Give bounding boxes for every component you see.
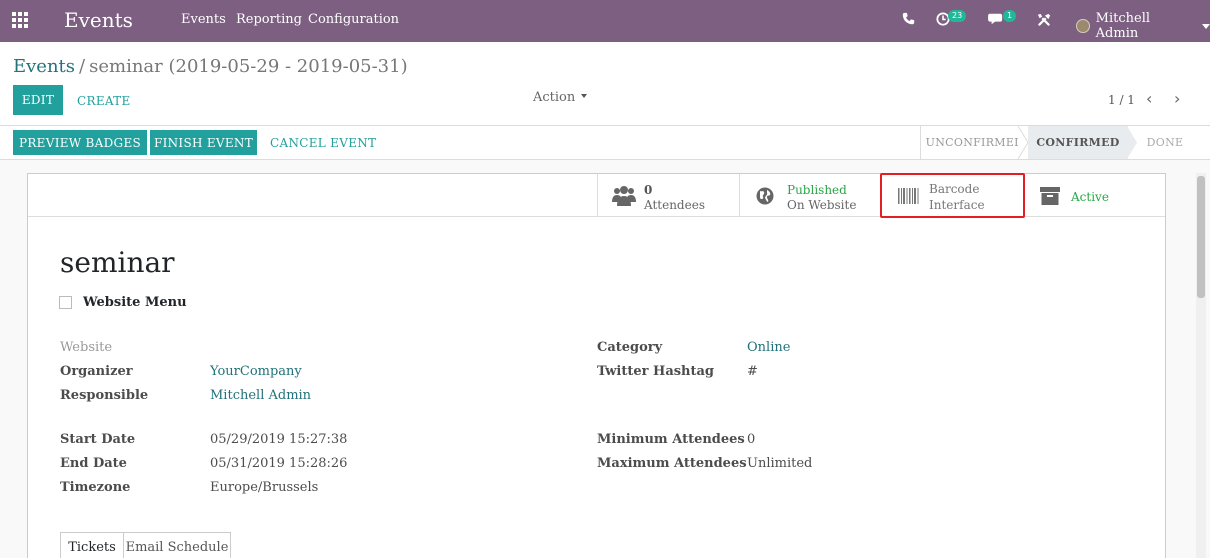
attendees-count: 0: [644, 183, 653, 197]
message-count-badge: 1: [1003, 10, 1017, 22]
stage-confirmed: CONFIRMED: [1028, 126, 1128, 159]
user-name: Mitchell Admin: [1095, 11, 1151, 41]
cancel-event-button[interactable]: CANCEL EVENT: [270, 136, 376, 150]
twitter-hashtag-field-label: Twitter Hashtag: [597, 364, 715, 379]
website-menu-label: Website Menu: [83, 295, 187, 310]
users-group-icon: [612, 186, 636, 206]
maximum-attendees-value: Unlimited: [747, 456, 813, 471]
preview-badges-button[interactable]: PREVIEW BADGES: [13, 130, 147, 155]
pager-next-icon[interactable]: ›: [1174, 89, 1180, 108]
stage-arrow-separator: [1018, 126, 1029, 159]
control-panel: Events / seminar (2019-05-29 - 2019-05-31)…: [0, 42, 1210, 126]
breadcrumb-events-link[interactable]: Events: [13, 56, 75, 77]
breadcrumb-current: seminar (2019-05-29 - 2019-05-31): [89, 56, 408, 77]
website-published-button[interactable]: Published On Website: [739, 174, 881, 216]
stage-unconfirmed[interactable]: UNCONFIRMED: [920, 126, 1028, 159]
breadcrumb: Events / seminar (2019-05-29 - 2019-05-31): [13, 56, 408, 77]
active-toggle-button[interactable]: Active: [1023, 174, 1165, 216]
category-value[interactable]: Online: [747, 340, 790, 355]
minimum-attendees-field-label: Minimum Attendees: [597, 432, 745, 447]
active-label: Active: [1071, 190, 1109, 204]
menu-events[interactable]: Events: [181, 12, 226, 27]
organizer-value[interactable]: YourCompany: [210, 364, 302, 379]
globe-icon: [756, 187, 774, 205]
breadcrumb-separator: /: [79, 56, 86, 77]
responsible-field-label: Responsible: [60, 388, 149, 403]
category-field-label: Category: [597, 340, 663, 355]
form-statusbar: PREVIEW BADGES FINISH EVENT CANCEL EVENT…: [0, 126, 1210, 160]
maximum-attendees-field-label: Maximum Attendees: [597, 456, 747, 471]
menu-configuration[interactable]: Configuration: [308, 12, 399, 27]
top-navbar: Events Events Reporting Configuration 23…: [0, 0, 1210, 42]
apps-menu-icon[interactable]: [12, 12, 30, 28]
event-name-title[interactable]: seminar: [60, 246, 175, 279]
attendees-label: Attendees: [644, 198, 705, 212]
pager-value[interactable]: 1 / 1: [1108, 93, 1135, 107]
action-label: Action: [533, 90, 576, 105]
form-sheet: 0 Attendees Published On Website Barcode…: [27, 173, 1166, 558]
start-date-field-label: Start Date: [60, 432, 136, 447]
responsible-value[interactable]: Mitchell Admin: [210, 388, 311, 403]
start-date-value: 05/29/2019 15:27:38: [210, 432, 348, 447]
stage-done[interactable]: DONE: [1140, 126, 1190, 159]
minimum-attendees-value: 0: [747, 432, 756, 447]
messages-chat-icon[interactable]: [988, 12, 1004, 30]
stage-arrow-separator: [1127, 126, 1137, 159]
archive-box-icon: [1040, 187, 1060, 205]
attendees-smart-button[interactable]: 0 Attendees: [597, 174, 739, 216]
smart-button-box: 0 Attendees Published On Website Barcode…: [28, 173, 1165, 218]
caret-down-icon: [581, 94, 588, 98]
published-status: Published: [787, 183, 847, 197]
scrollbar-thumb[interactable]: [1197, 176, 1205, 298]
highlight-annotation-box: [880, 173, 1025, 218]
user-avatar: [1076, 19, 1090, 33]
menu-reporting[interactable]: Reporting: [236, 12, 302, 27]
published-on-website-label: On Website: [787, 198, 857, 212]
edit-button[interactable]: EDIT: [13, 85, 63, 115]
pager-previous-icon[interactable]: ‹: [1146, 89, 1152, 108]
website-field-label: Website: [60, 340, 113, 355]
user-menu[interactable]: Mitchell Admin: [1076, 11, 1210, 41]
debug-tools-icon[interactable]: [1037, 13, 1051, 31]
twitter-hashtag-value: #: [747, 364, 758, 379]
end-date-field-label: End Date: [60, 456, 127, 471]
action-dropdown[interactable]: Action: [533, 90, 588, 105]
finish-event-button[interactable]: FINISH EVENT: [150, 130, 257, 155]
create-button[interactable]: CREATE: [77, 94, 131, 108]
timezone-field-label: Timezone: [60, 480, 131, 495]
timezone-value: Europe/Brussels: [210, 480, 319, 495]
end-date-value: 05/31/2019 15:28:26: [210, 456, 348, 471]
phone-icon[interactable]: [902, 12, 915, 29]
app-brand[interactable]: Events: [64, 8, 133, 32]
organizer-field-label: Organizer: [60, 364, 133, 379]
chevron-down-icon: [1202, 23, 1210, 29]
tab-tickets[interactable]: Tickets: [60, 532, 124, 558]
activity-count-badge: 23: [948, 10, 967, 22]
website-menu-checkbox[interactable]: [59, 296, 72, 309]
tab-email-schedule[interactable]: Email Schedule: [123, 532, 231, 558]
